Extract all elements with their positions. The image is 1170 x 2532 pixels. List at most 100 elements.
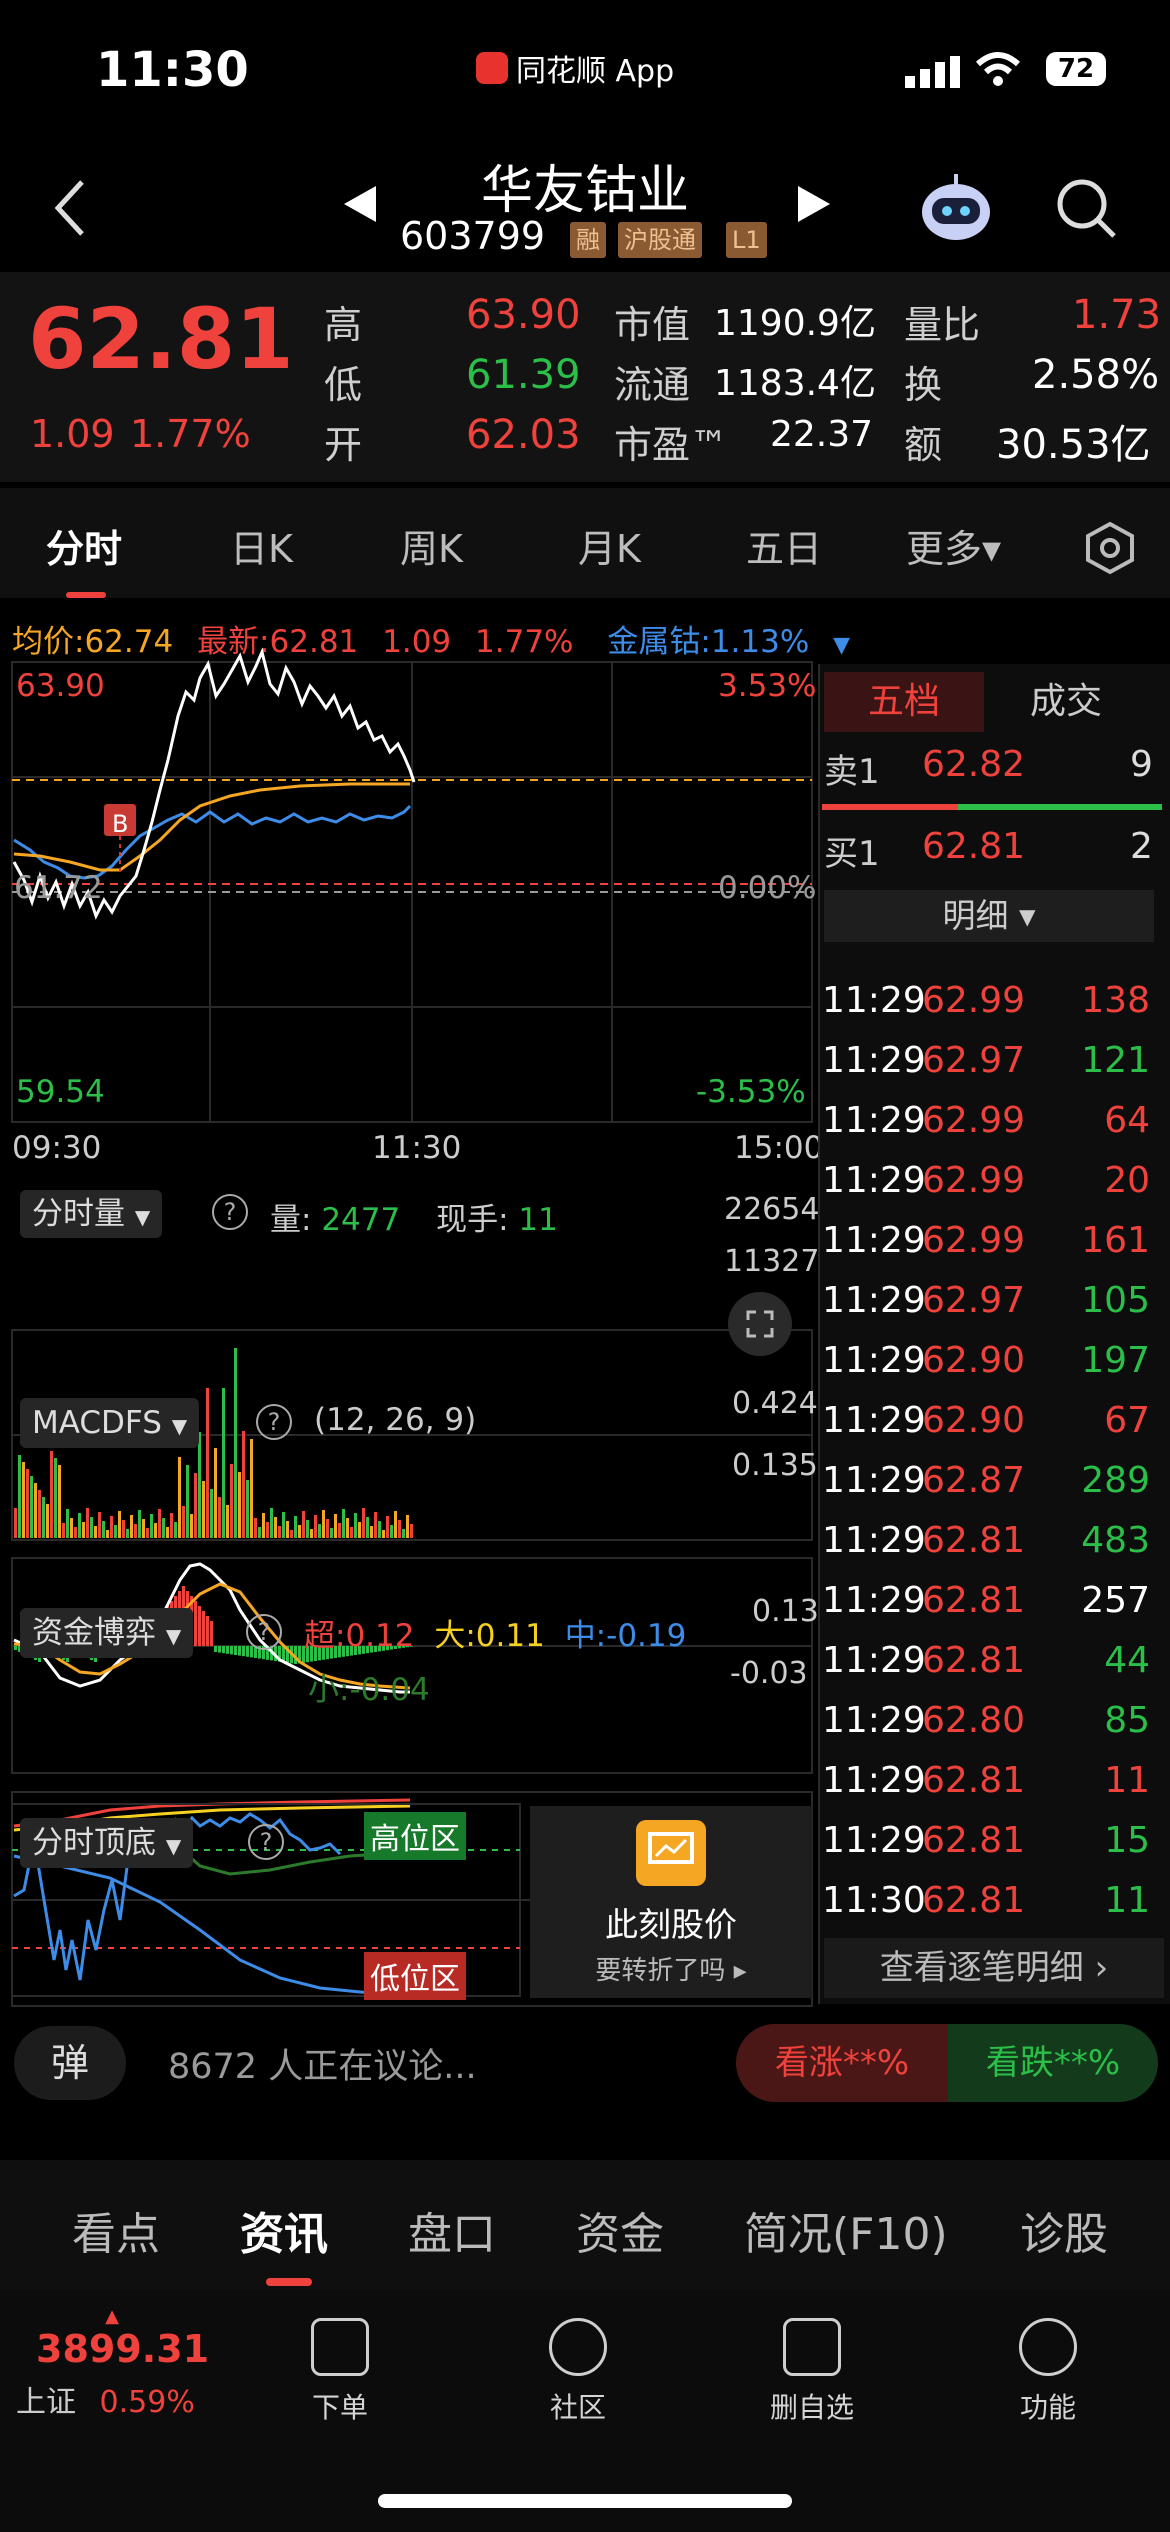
tab-intraday[interactable]: 分时 bbox=[46, 518, 122, 573]
volume-bar bbox=[162, 1518, 165, 1538]
danmu-toggle-button[interactable]: 弹 bbox=[14, 2026, 126, 2100]
tab-five-levels[interactable]: 五档 bbox=[824, 672, 984, 732]
trade-time: 11:29 bbox=[822, 1160, 926, 1201]
time-axis-start: 09:30 bbox=[12, 1130, 102, 1166]
volume-bar bbox=[110, 1516, 113, 1538]
next-stock-icon[interactable] bbox=[796, 184, 832, 224]
tab-news[interactable]: 资讯 bbox=[240, 2198, 328, 2262]
trade-time: 11:29 bbox=[822, 1040, 926, 1081]
trade-volume: 289 bbox=[1081, 1460, 1150, 1501]
robot-assistant-icon[interactable] bbox=[918, 172, 994, 244]
trade-row: 11:29 62.81 257 bbox=[820, 1580, 1160, 1640]
tab-five-day[interactable]: 五日 bbox=[746, 518, 822, 573]
super-value: 0.12 bbox=[345, 1618, 415, 1654]
top-bottom-title: 分时顶底 bbox=[32, 1825, 156, 1861]
volume-bar bbox=[318, 1524, 321, 1538]
macd-bar bbox=[246, 1646, 249, 1657]
tab-market-depth[interactable]: 盘口 bbox=[408, 2198, 496, 2262]
turnover-label: 换 bbox=[904, 363, 943, 407]
chart-settings-icon[interactable] bbox=[1082, 520, 1138, 576]
bearish-vote-button[interactable]: 看跌**% bbox=[948, 2024, 1158, 2102]
trade-volume: 85 bbox=[1104, 1700, 1150, 1741]
tab-highlights[interactable]: 看点 bbox=[72, 2198, 160, 2262]
volume-bar bbox=[174, 1522, 177, 1538]
trade-price: 62.81 bbox=[922, 1520, 1026, 1561]
promo-card[interactable]: 此刻股价 要转折了吗 ▸ bbox=[530, 1806, 812, 1998]
vol-ratio-label: 量比 bbox=[904, 303, 981, 347]
help-icon[interactable]: ? bbox=[256, 1404, 292, 1440]
detail-dropdown[interactable]: 明细 ▾ bbox=[824, 890, 1154, 942]
search-icon[interactable] bbox=[1054, 176, 1118, 240]
macd-params: (12, 26, 9) bbox=[314, 1402, 477, 1438]
nav-functions[interactable]: 功能 bbox=[998, 2318, 1098, 2426]
help-icon[interactable]: ? bbox=[212, 1194, 248, 1230]
high-value: 63.90 bbox=[466, 292, 581, 338]
volume-bar bbox=[238, 1472, 241, 1538]
stock-name: 华友钴业 bbox=[480, 161, 689, 221]
discussion-input[interactable]: 8672 人正在议论... bbox=[168, 2038, 477, 2089]
bullish-vote-button[interactable]: 看涨**% bbox=[736, 2024, 948, 2102]
fullscreen-icon[interactable] bbox=[728, 1292, 792, 1356]
index-pct: 0.59% bbox=[99, 2385, 195, 2420]
tab-diagnosis[interactable]: 诊股 bbox=[1020, 2198, 1108, 2262]
volume-bar bbox=[114, 1525, 117, 1538]
tab-more[interactable]: 更多▾ bbox=[906, 518, 1001, 573]
tab-active-indicator bbox=[266, 2278, 312, 2286]
volume-bar bbox=[70, 1518, 73, 1538]
volume-bar bbox=[358, 1522, 361, 1538]
chevron-down-icon: ▼ bbox=[165, 1834, 182, 1858]
view-all-trades-button[interactable]: 查看逐笔明细 › bbox=[824, 1938, 1164, 1998]
high-label: 高 bbox=[324, 303, 363, 347]
macd-bar bbox=[242, 1646, 245, 1657]
volume-bar bbox=[198, 1432, 201, 1538]
mid-label: 中: bbox=[564, 1618, 607, 1654]
tab-monthly[interactable]: 月K bbox=[578, 518, 641, 573]
trade-volume: 257 bbox=[1081, 1580, 1150, 1621]
trade-time: 11:29 bbox=[822, 1700, 926, 1741]
mcap-value: 1190.9亿 bbox=[714, 303, 876, 344]
trade-volume: 121 bbox=[1081, 1040, 1150, 1081]
tab-capital[interactable]: 资金 bbox=[576, 2198, 664, 2262]
sell1-label: 卖1 bbox=[824, 752, 880, 792]
tab-daily[interactable]: 日K bbox=[230, 518, 293, 573]
tab-trades[interactable]: 成交 bbox=[1030, 672, 1102, 732]
volume-bar bbox=[342, 1509, 345, 1538]
nav-order[interactable]: 下单 bbox=[290, 2318, 390, 2426]
volume-bar bbox=[226, 1505, 229, 1538]
volume-bar bbox=[146, 1528, 149, 1538]
trade-time: 11:29 bbox=[822, 1580, 926, 1621]
volume-bar bbox=[82, 1522, 85, 1538]
volume-bar bbox=[78, 1513, 81, 1538]
order-doc-icon bbox=[311, 2318, 369, 2376]
top-bottom-indicator-select[interactable]: 分时顶底 ▼ bbox=[20, 1818, 194, 1868]
trade-volume: 11 bbox=[1104, 1880, 1150, 1921]
macd-indicator-select[interactable]: MACDFS ▼ bbox=[20, 1398, 200, 1448]
low-value: 61.39 bbox=[466, 352, 581, 398]
index-value: 3899.31 bbox=[36, 2327, 210, 2371]
tab-f10[interactable]: 简况(F10) bbox=[744, 2198, 948, 2262]
promo-title: 此刻股价 bbox=[605, 1905, 737, 1944]
nav-remove-watchlist[interactable]: 删自选 bbox=[752, 2318, 872, 2426]
tab-weekly[interactable]: 周K bbox=[400, 518, 463, 573]
trade-row: 11:29 62.97 105 bbox=[820, 1280, 1160, 1340]
nav-community[interactable]: 社区 bbox=[528, 2318, 628, 2426]
volume-bar bbox=[246, 1480, 249, 1538]
volume-bar bbox=[234, 1348, 237, 1538]
tag-level: L1 bbox=[726, 222, 767, 258]
float-value: 1183.4亿 bbox=[714, 363, 876, 404]
volume-indicator-select[interactable]: 分时量 ▼ bbox=[20, 1190, 163, 1238]
index-ticker[interactable]: ▲ 3899.31 上证 0.59% bbox=[12, 2306, 212, 2421]
help-icon[interactable]: ? bbox=[248, 1824, 284, 1860]
trade-price: 62.81 bbox=[922, 1760, 1026, 1801]
help-icon[interactable]: ? bbox=[246, 1614, 282, 1650]
fund-indicator-select[interactable]: 资金博弈 ▼ bbox=[20, 1608, 194, 1658]
sector-dropdown-icon[interactable]: ▼ bbox=[833, 633, 850, 658]
trade-time: 11:29 bbox=[822, 1340, 926, 1381]
volume-bar bbox=[338, 1523, 341, 1538]
trade-row: 11:29 62.99 20 bbox=[820, 1160, 1160, 1220]
bid-ask-ratio-bar bbox=[822, 804, 1162, 810]
trade-volume: 15 bbox=[1104, 1820, 1150, 1861]
volume-bar bbox=[130, 1515, 133, 1538]
trade-volume: 161 bbox=[1081, 1220, 1150, 1261]
fund-small-readout: 小:-0.04 bbox=[308, 1664, 430, 1709]
